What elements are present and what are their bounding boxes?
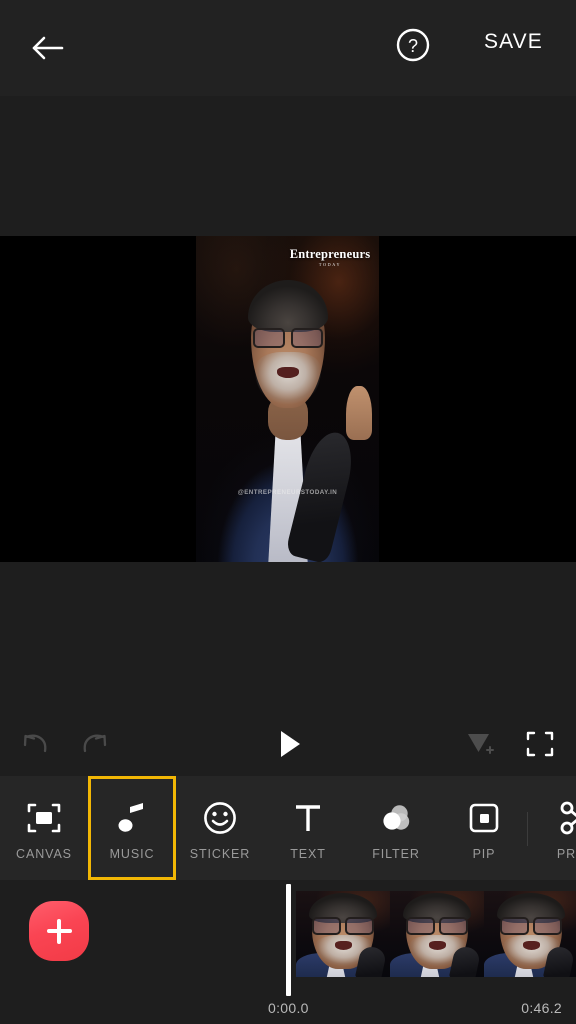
add-transition-icon [468,734,494,754]
clip-thumbnail[interactable] [390,891,484,977]
tool-label: FILTER [372,847,420,861]
fullscreen-button[interactable] [518,722,562,766]
filter-circles-icon [379,795,413,841]
tool-label: MUSIC [109,847,155,861]
tool-label: TEXT [290,847,326,861]
video-clip-track[interactable] [296,891,576,977]
thumbnail-glasses [312,917,374,935]
time-start-label: 0:00.0 [268,1000,309,1016]
fullscreen-expand-icon [526,731,554,757]
undo-arrow-icon [23,734,47,753]
top-bar: ? SAVE [0,0,576,96]
thumbnail-glasses [500,917,562,935]
help-circle-icon: ? [396,28,430,62]
help-button[interactable]: ? [390,22,436,68]
subject-glasses [251,328,325,348]
tool-sticker[interactable]: STICKER [176,776,264,880]
back-arrow-icon [32,36,64,60]
watermark-title: Entrepreneurs [289,247,371,261]
tool-music[interactable]: MUSIC [88,776,176,880]
thumbnail-mouth [335,941,352,950]
save-button[interactable]: SAVE [484,30,543,54]
preview-area[interactable]: Entrepreneurs TODAY @ENTREPRENEURSTODAY.… [0,96,576,700]
back-button[interactable] [22,22,74,74]
clip-thumbnail[interactable] [296,891,390,977]
playback-controls [0,712,576,776]
thumbnail-mouth [523,941,540,950]
tool-filter[interactable]: FILTER [352,776,440,880]
tool-label: CANVAS [16,847,72,861]
redo-button[interactable] [72,722,116,766]
play-triangle-icon [281,731,300,757]
thumbnail-mouth [429,941,446,950]
svg-text:?: ? [408,36,418,56]
text-t-icon [292,795,324,841]
thumbnail-glasses [406,917,468,935]
video-canvas[interactable]: Entrepreneurs TODAY @ENTREPRENEURSTODAY.… [0,236,576,562]
add-transition-button[interactable] [458,722,502,766]
tool-precut[interactable]: PREC [532,776,576,880]
tool-label: PIP [472,847,496,861]
redo-arrow-icon [83,734,107,753]
video-editor-screen: ? SAVE Entrepreneurs TODAY @ENTREPRENEUR… [0,0,576,1024]
watermark-handle: @ENTREPRENEURSTODAY.IN [237,489,338,496]
subject-mouth [277,367,299,378]
tool-label: STICKER [189,847,251,861]
tool-pip[interactable]: PIP [440,776,528,880]
toolbar-divider [527,812,528,846]
timeline-time-row: 0:00.0 0:46.2 [0,1000,576,1024]
picture-in-picture-icon [468,795,500,841]
play-button[interactable] [268,722,312,766]
canvas-crop-icon [27,795,61,841]
time-end-label: 0:46.2 [521,1000,562,1016]
tool-canvas[interactable]: CANVAS [0,776,88,880]
watermark-top: Entrepreneurs TODAY [288,248,372,267]
edit-toolbar[interactable]: CANVAS MUSIC STICKER TEXT FILTER PIP PR [0,776,576,880]
video-frame[interactable]: Entrepreneurs TODAY @ENTREPRENEURSTODAY.… [196,236,379,562]
scissors-icon [559,795,576,841]
tool-label: PREC [556,847,576,861]
add-clip-button[interactable] [29,901,89,961]
undo-button[interactable] [14,722,58,766]
tool-text[interactable]: TEXT [264,776,352,880]
add-plus-icon-vertical [57,918,61,944]
timeline-playhead[interactable] [286,884,291,996]
clip-thumbnail[interactable] [484,891,576,977]
music-note-icon [117,795,147,841]
watermark-subtitle: TODAY [318,261,342,267]
smiley-face-icon [203,795,237,841]
